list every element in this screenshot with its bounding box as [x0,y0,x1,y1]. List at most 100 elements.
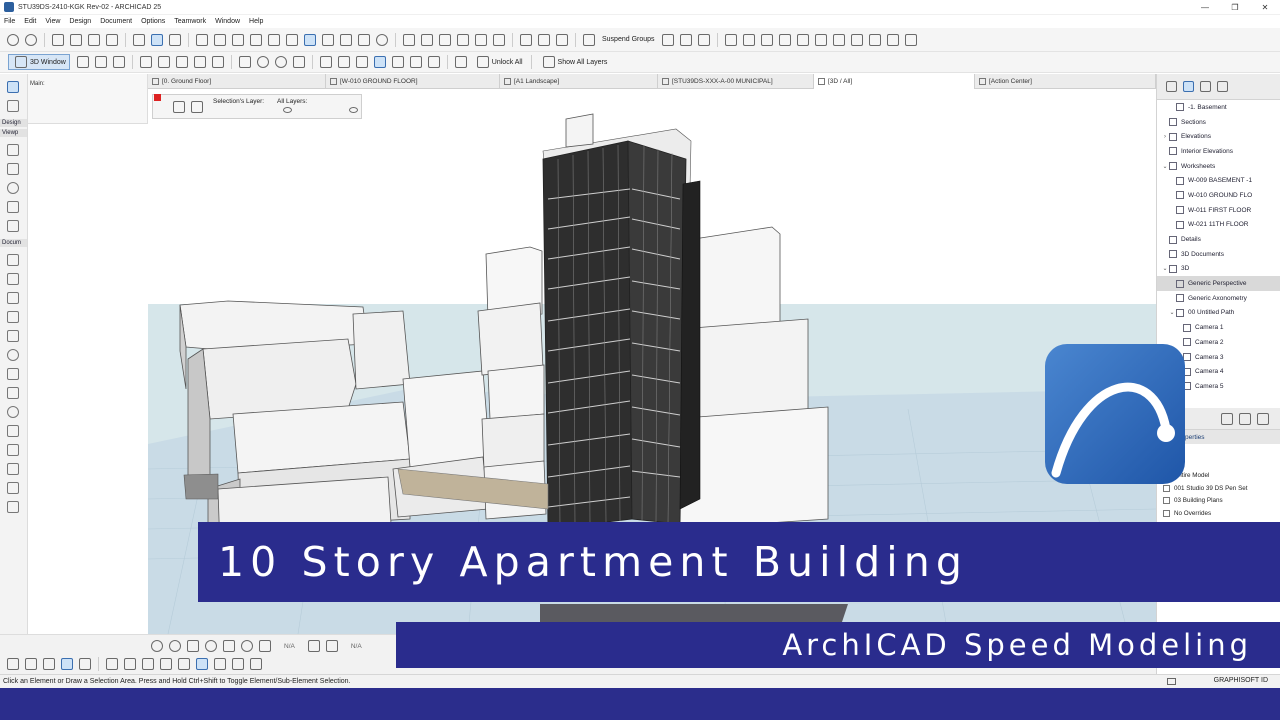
zoom-icon[interactable] [205,640,217,652]
undo-icon[interactable] [7,33,19,46]
maximize-button[interactable]: ❐ [1220,0,1250,15]
group-icon[interactable] [304,33,316,46]
orbit-icon[interactable] [94,56,107,68]
filter-icon[interactable] [193,56,206,68]
lock-icon[interactable] [79,658,91,670]
suspend-groups-icon[interactable] [583,33,595,46]
cutting-planes-icon[interactable] [175,56,188,68]
3d-window-button[interactable]: 3D Window [8,54,70,70]
scale-readout[interactable]: N/A [284,643,295,650]
redo-icon[interactable] [25,33,37,46]
material-icon[interactable] [337,56,350,68]
orbit-view-icon[interactable] [241,640,253,652]
redo-view-icon[interactable] [169,640,181,652]
property-row[interactable]: 03 Building Plans [1157,494,1280,507]
zone-tool-icon[interactable] [7,330,19,342]
arrow-tool-icon[interactable] [7,81,19,93]
eye-icon[interactable] [283,107,292,113]
offset-icon[interactable] [439,33,451,46]
copy-icon[interactable] [1239,412,1251,425]
expand-arrow-icon[interactable]: ⌄ [1168,309,1176,316]
show-icon[interactable] [409,56,422,68]
navigator-item[interactable]: W-011 FIRST FLOOR [1157,203,1280,218]
menu-design[interactable]: Design [69,18,91,25]
detail-tool-icon[interactable] [7,220,19,232]
perpendicular-icon[interactable] [178,658,190,670]
shading-icon[interactable] [157,56,170,68]
cube-icon[interactable] [76,56,89,68]
dimension-readout[interactable]: N/A [351,643,362,650]
suspend-groups-button[interactable]: Suspend Groups [602,36,655,43]
menu-edit[interactable]: Edit [24,18,36,25]
arc-tool-icon[interactable] [7,406,19,418]
figure-tool-icon[interactable] [7,482,19,494]
project-map-icon[interactable] [1166,81,1177,92]
menu-file[interactable]: File [4,18,15,25]
column-icon[interactable] [742,33,755,46]
curtain-wall-icon[interactable] [886,33,899,46]
navigator-item[interactable]: W-009 BASEMENT -1 [1157,173,1280,188]
renovation-icon[interactable] [697,33,710,46]
align-icon[interactable] [376,33,388,46]
elevation-tool-icon[interactable] [7,163,19,175]
shell-icon[interactable] [814,33,827,46]
wall-icon[interactable] [724,33,737,46]
special-snap-icon[interactable] [196,658,208,670]
trim-icon[interactable] [520,33,532,46]
expand-arrow-icon[interactable]: ⌄ [1161,265,1169,272]
navigator-item[interactable]: ⌄ 3D [1157,262,1280,277]
pen-set-combo-icon[interactable] [325,640,338,652]
zoom-in-icon[interactable] [256,56,269,68]
text-tool-icon[interactable] [7,292,19,304]
section-box-icon[interactable] [211,56,224,68]
marquee-tool-icon[interactable] [7,100,19,112]
ortho-icon[interactable] [142,658,154,670]
contours-icon[interactable] [355,56,368,68]
navigator-item[interactable]: Interior Elevations [1157,144,1280,159]
settings-icon[interactable] [1221,412,1233,425]
open-icon[interactable] [1257,412,1269,425]
cursor-snap-icon[interactable] [232,658,244,670]
navigator-item[interactable]: -1. Basement [1157,100,1280,115]
tab-3d-all[interactable]: [3D / All] [814,74,975,89]
drawing-tool-icon[interactable] [7,501,19,513]
snap-icon[interactable] [7,658,19,670]
eye-icon[interactable] [349,107,358,113]
stair-icon[interactable] [850,33,863,46]
navigator-item[interactable]: W-010 GROUND FLO [1157,188,1280,203]
snap-guide-icon[interactable] [43,658,55,670]
menu-teamwork[interactable]: Teamwork [174,18,206,25]
lock-element-icon[interactable] [454,56,467,68]
render-mode-icon[interactable] [139,56,152,68]
zoom-to-fit-icon[interactable] [187,640,199,652]
lock-icon[interactable] [268,33,280,46]
gravity-icon[interactable] [214,33,226,46]
menu-window[interactable]: Window [215,18,240,25]
angle-icon[interactable] [124,658,136,670]
intersect-icon[interactable] [538,33,550,46]
unlock-all-button[interactable]: Unlock All [474,56,523,68]
tab-w010-ground-floor[interactable]: [W-010 GROUND FLOOR] [326,74,500,89]
expand-arrow-icon[interactable]: › [1161,134,1169,140]
toolbox-group-viewpoint[interactable]: Viewp [0,129,27,137]
ungroup-icon[interactable] [322,33,334,46]
menu-view[interactable]: View [45,18,60,25]
graphisoft-id-button[interactable]: GRAPHISOFT ID [1214,677,1268,684]
layer-icon[interactable] [661,33,674,46]
polyline-tool-icon[interactable] [7,425,19,437]
syringe-icon[interactable] [106,33,118,46]
scissors-icon[interactable] [403,33,415,46]
label-tool-icon[interactable] [7,311,19,323]
navigator-item[interactable]: Generic Axonometry [1157,291,1280,306]
menu-options[interactable]: Options [141,18,165,25]
guide-line-icon[interactable] [61,658,73,670]
interior-elevation-tool-icon[interactable] [7,182,19,194]
navigator-item[interactable]: W-021 11TH FLOOR [1157,218,1280,233]
pan-icon[interactable] [223,640,235,652]
navigator-item[interactable]: ⌄ Worksheets [1157,159,1280,174]
spline-tool-icon[interactable] [7,444,19,456]
toolbox-group-document[interactable]: Docum [0,239,27,247]
axonometry-icon[interactable] [112,56,125,68]
fillet-icon[interactable] [556,33,568,46]
section-tool-icon[interactable] [7,144,19,156]
